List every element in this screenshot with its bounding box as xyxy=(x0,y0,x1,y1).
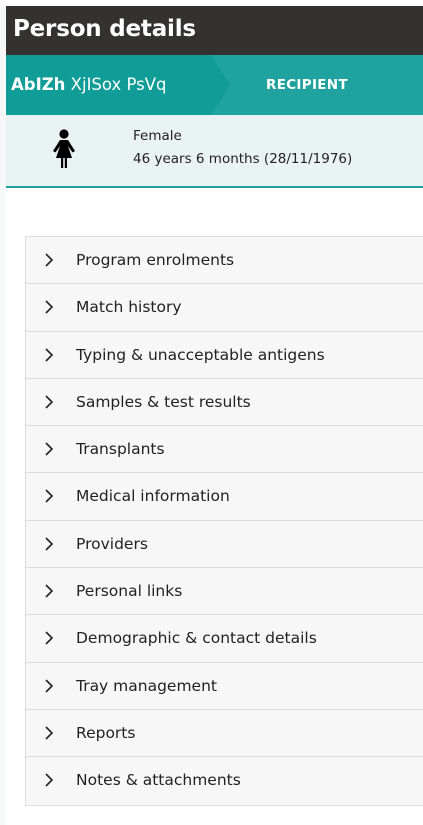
person-summary: Female 46 years 6 months (28/11/1976) xyxy=(6,115,423,188)
person-name-bold: AbIZh xyxy=(11,75,66,94)
section-label: Match history xyxy=(76,298,182,317)
section-samples-test-results[interactable]: Samples & test results xyxy=(26,378,423,427)
person-gender: Female xyxy=(133,128,182,144)
chevron-right-icon xyxy=(45,537,54,551)
section-label: Notes & attachments xyxy=(76,771,241,790)
section-label: Demographic & contact details xyxy=(76,629,317,648)
section-label: Providers xyxy=(76,534,148,553)
section-label: Tray management xyxy=(76,676,217,695)
section-providers[interactable]: Providers xyxy=(26,520,423,569)
person-name: AbIZh XjISox PsVq xyxy=(11,55,167,115)
section-label: Samples & test results xyxy=(76,392,251,411)
section-typing-unacceptable-antigens[interactable]: Typing & unacceptable antigens xyxy=(26,331,423,379)
section-label: Transplants xyxy=(76,440,165,459)
chevron-right-icon xyxy=(45,726,54,740)
chevron-right-icon xyxy=(45,679,54,693)
person-name-rest: XjISox PsVq xyxy=(65,75,167,94)
chevron-right-icon xyxy=(45,348,54,362)
section-match-history[interactable]: Match history xyxy=(26,284,423,332)
chevron-right-icon xyxy=(45,395,54,409)
section-tray-management[interactable]: Tray management xyxy=(26,662,423,710)
chevron-right-icon xyxy=(45,584,54,598)
chevron-right-icon xyxy=(45,631,54,645)
page-title: Person details xyxy=(6,6,423,55)
person-role-badge: RECIPIENT xyxy=(266,77,348,93)
section-notes-attachments[interactable]: Notes & attachments xyxy=(26,757,423,805)
section-label: Typing & unacceptable antigens xyxy=(76,345,325,364)
section-medical-information[interactable]: Medical information xyxy=(26,473,423,521)
section-label: Program enrolments xyxy=(76,251,235,269)
section-label: Reports xyxy=(76,723,136,742)
sections-accordion: Program enrolments Match history Typing … xyxy=(25,236,423,806)
chevron-right-icon xyxy=(45,300,54,314)
chevron-right-icon xyxy=(45,253,54,267)
section-transplants[interactable]: Transplants xyxy=(26,426,423,474)
section-program-enrolments[interactable]: Program enrolments xyxy=(26,237,423,285)
chevron-right-icon xyxy=(45,442,54,456)
section-reports[interactable]: Reports xyxy=(26,709,423,758)
section-label: Personal links xyxy=(76,582,183,601)
chevron-right-icon xyxy=(45,773,54,787)
section-personal-links[interactable]: Personal links xyxy=(26,568,423,616)
person-id-bar: AbIZh XjISox PsVq RECIPIENT xyxy=(6,55,423,115)
female-person-icon xyxy=(53,129,75,168)
section-label: Medical information xyxy=(76,487,230,506)
section-demographic-contact-details[interactable]: Demographic & contact details xyxy=(26,615,423,663)
person-age: 46 years 6 months (28/11/1976) xyxy=(133,151,353,167)
chevron-right-icon xyxy=(45,489,54,504)
